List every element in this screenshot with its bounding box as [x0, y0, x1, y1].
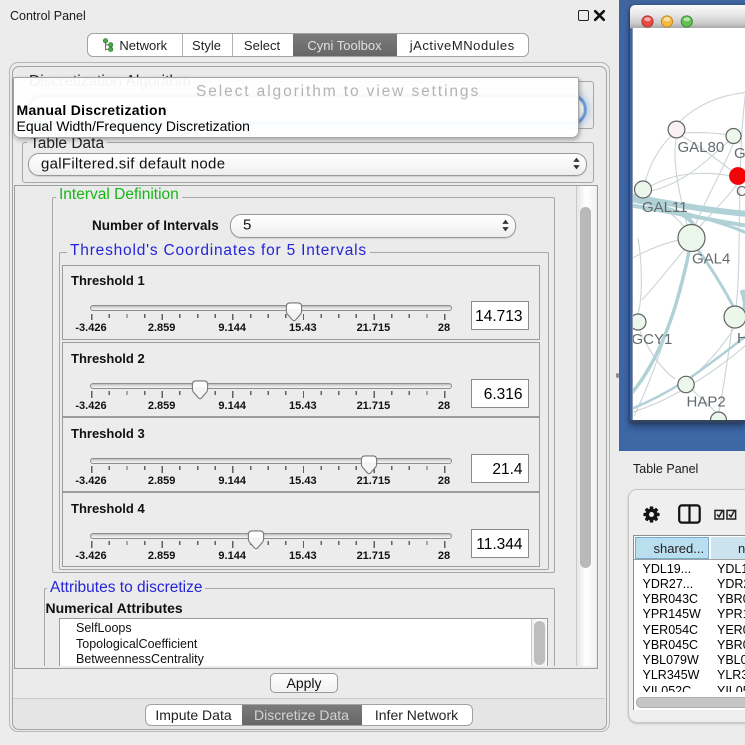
svg-text:GAL11: GAL11 [642, 199, 688, 216]
svg-text:GCY1: GCY1 [633, 331, 672, 348]
svg-text:HIS4: HIS4 [737, 330, 745, 347]
svg-text:GAL80: GAL80 [678, 139, 725, 156]
svg-text:GAL4: GAL4 [692, 250, 730, 267]
svg-text:HAP2: HAP2 [687, 393, 726, 410]
svg-text:GAL2: GAL2 [734, 145, 745, 162]
svg-text:CDC2: CDC2 [736, 183, 745, 200]
